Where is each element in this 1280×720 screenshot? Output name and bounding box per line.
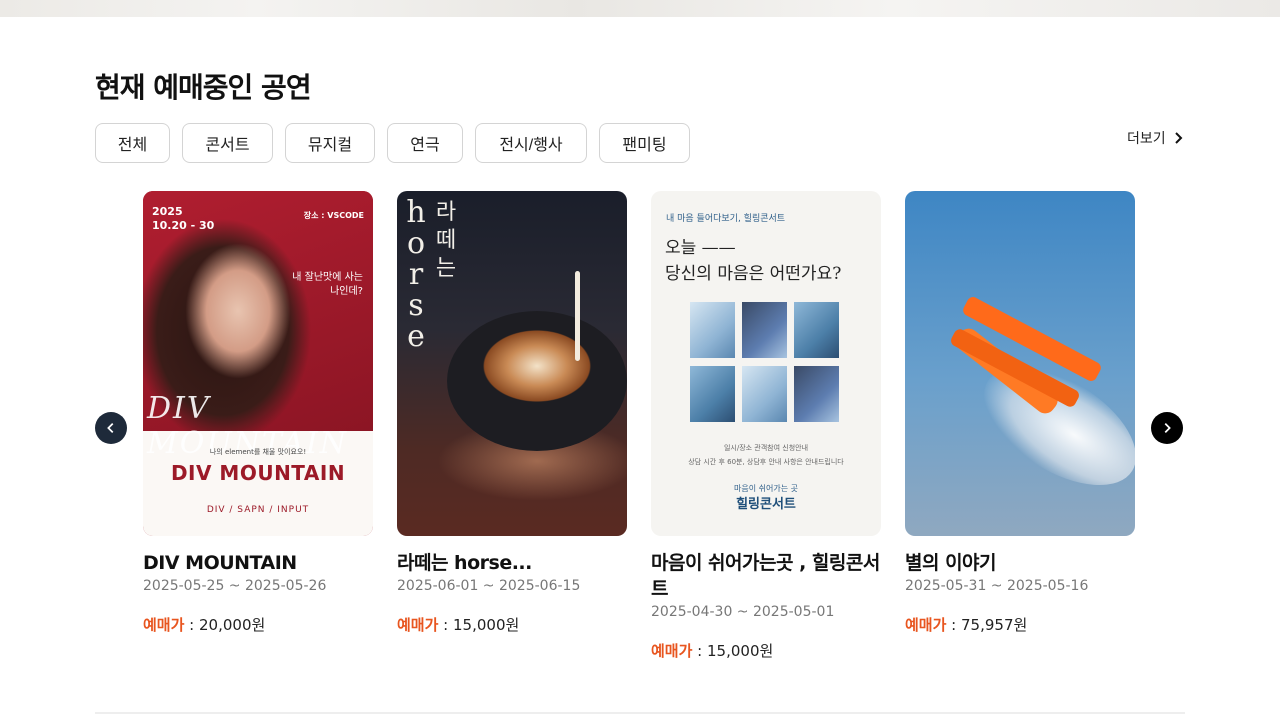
sky-tile [690, 366, 735, 422]
poster-latte-cup [447, 311, 627, 451]
card-title[interactable]: 마음이 쉬어가는곳 , 힐링콘서트 [651, 550, 881, 602]
performance-card[interactable]: 별의 이야기 2025-05-31 ~ 2025-05-16 예매가 : 75,… [905, 191, 1135, 661]
performance-carousel: 2025 10.20 - 30 장소 : VSCODE 내 잘난맛에 사는 나인… [143, 191, 1135, 661]
carousel-prev-button[interactable] [95, 412, 127, 444]
price-separator: : [438, 616, 453, 634]
poster-year: 2025 [152, 205, 183, 218]
category-filter-bar: 전체 콘서트 뮤지컬 연극 전시/행사 팬미팅 [95, 123, 690, 163]
poster-info-1: 일시/장소 관객참여 신청안내 [723, 444, 809, 452]
card-date: 2025-04-30 ~ 2025-05-01 [651, 604, 835, 620]
chevron-right-icon [1174, 132, 1183, 144]
filter-exhibition[interactable]: 전시/행사 [475, 123, 587, 163]
card-title[interactable]: 라떼는 horse... [397, 550, 627, 576]
price-value: 15,000원 [707, 642, 774, 660]
sky-tile [742, 302, 787, 358]
price-separator: : [946, 616, 961, 634]
poster-dates: 10.20 - 30 [152, 219, 215, 232]
card-price: 예매가 : 75,957원 [905, 614, 1135, 635]
poster-tags: DIV / SAPN / INPUT [206, 505, 310, 515]
filter-musical[interactable]: 뮤지컬 [285, 123, 375, 163]
poster-info-2: 상담 시간 후 60분, 상담후 안내 사항은 안내드립니다 [688, 458, 844, 466]
poster-sky-grid [690, 302, 839, 422]
price-label: 예매가 [143, 616, 185, 634]
card-title[interactable]: 별의 이야기 [905, 550, 1135, 576]
section-divider [95, 712, 1185, 714]
poster-tagline: 나의 element를 채울 맛이요오! [209, 448, 307, 456]
poster-image[interactable]: 2025 10.20 - 30 장소 : VSCODE 내 잘난맛에 사는 나인… [143, 191, 373, 536]
poster-info: 일시/장소 관객참여 신청안내상담 시간 후 60분, 상담후 안내 사항은 안… [651, 441, 881, 469]
price-value: 75,957원 [961, 616, 1028, 634]
price-value: 20,000원 [199, 616, 266, 634]
filter-all[interactable]: 전체 [95, 123, 170, 163]
poster-vertical-word: horse [406, 195, 426, 354]
card-price: 예매가 : 20,000원 [143, 614, 373, 635]
poster-headline: DIV MOUNTAIN [170, 461, 346, 485]
poster-image[interactable] [905, 191, 1135, 536]
poster-footer-title: 힐링콘서트 [736, 497, 796, 512]
card-price: 예매가 : 15,000원 [651, 640, 881, 661]
price-separator: : [692, 642, 707, 660]
poster-image[interactable]: 내 마음 들어다보기, 힐링콘서트 오늘 —— 당신의 마음은 어떤가요? 일시… [651, 191, 881, 536]
section-title: 현재 예매중인 공연 [95, 71, 312, 104]
sky-tile [742, 366, 787, 422]
poster-quote: 내 잘난맛에 사는 나인데? [292, 272, 363, 297]
carousel-next-button[interactable] [1151, 412, 1183, 444]
poster-line-1: 오늘 —— [665, 238, 736, 258]
card-date: 2025-06-01 ~ 2025-06-15 [397, 578, 581, 594]
filter-concert[interactable]: 콘서트 [182, 123, 273, 163]
performance-card[interactable]: 2025 10.20 - 30 장소 : VSCODE 내 잘난맛에 사는 나인… [143, 191, 373, 661]
sky-tile [690, 302, 735, 358]
top-banner-strip [0, 0, 1280, 17]
card-date: 2025-05-31 ~ 2025-05-16 [905, 578, 1089, 594]
sky-tile [794, 366, 839, 422]
price-value: 15,000원 [453, 616, 520, 634]
card-title[interactable]: DIV MOUNTAIN [143, 550, 373, 576]
price-separator: : [184, 616, 199, 634]
poster-vertical-hangul: 라떼는 [435, 200, 457, 281]
price-label: 예매가 [397, 616, 439, 634]
performance-card[interactable]: horse 라떼는 라떼는 horse... 2025-06-01 ~ 2025… [397, 191, 627, 661]
filter-fanmeeting[interactable]: 팬미팅 [599, 123, 690, 163]
chevron-left-icon [107, 423, 114, 433]
more-link[interactable]: 더보기 [1127, 128, 1186, 148]
poster-venue: 장소 : VSCODE [303, 211, 364, 220]
poster-image[interactable]: horse 라떼는 [397, 191, 627, 536]
card-price: 예매가 : 15,000원 [397, 614, 627, 635]
poster-subtitle: 내 마음 들어다보기, 힐링콘서트 [666, 214, 786, 224]
sky-tile [794, 302, 839, 358]
price-label: 예매가 [905, 616, 947, 634]
more-link-label: 더보기 [1127, 131, 1166, 147]
card-date: 2025-05-25 ~ 2025-05-26 [143, 578, 327, 594]
filter-play[interactable]: 연극 [387, 123, 463, 163]
price-label: 예매가 [651, 642, 693, 660]
performance-card[interactable]: 내 마음 들어다보기, 힐링콘서트 오늘 —— 당신의 마음은 어떤가요? 일시… [651, 191, 881, 661]
poster-milk-stream [575, 271, 580, 361]
chevron-right-icon [1164, 423, 1171, 433]
poster-line-2: 당신의 마음은 어떤가요? [665, 264, 842, 284]
